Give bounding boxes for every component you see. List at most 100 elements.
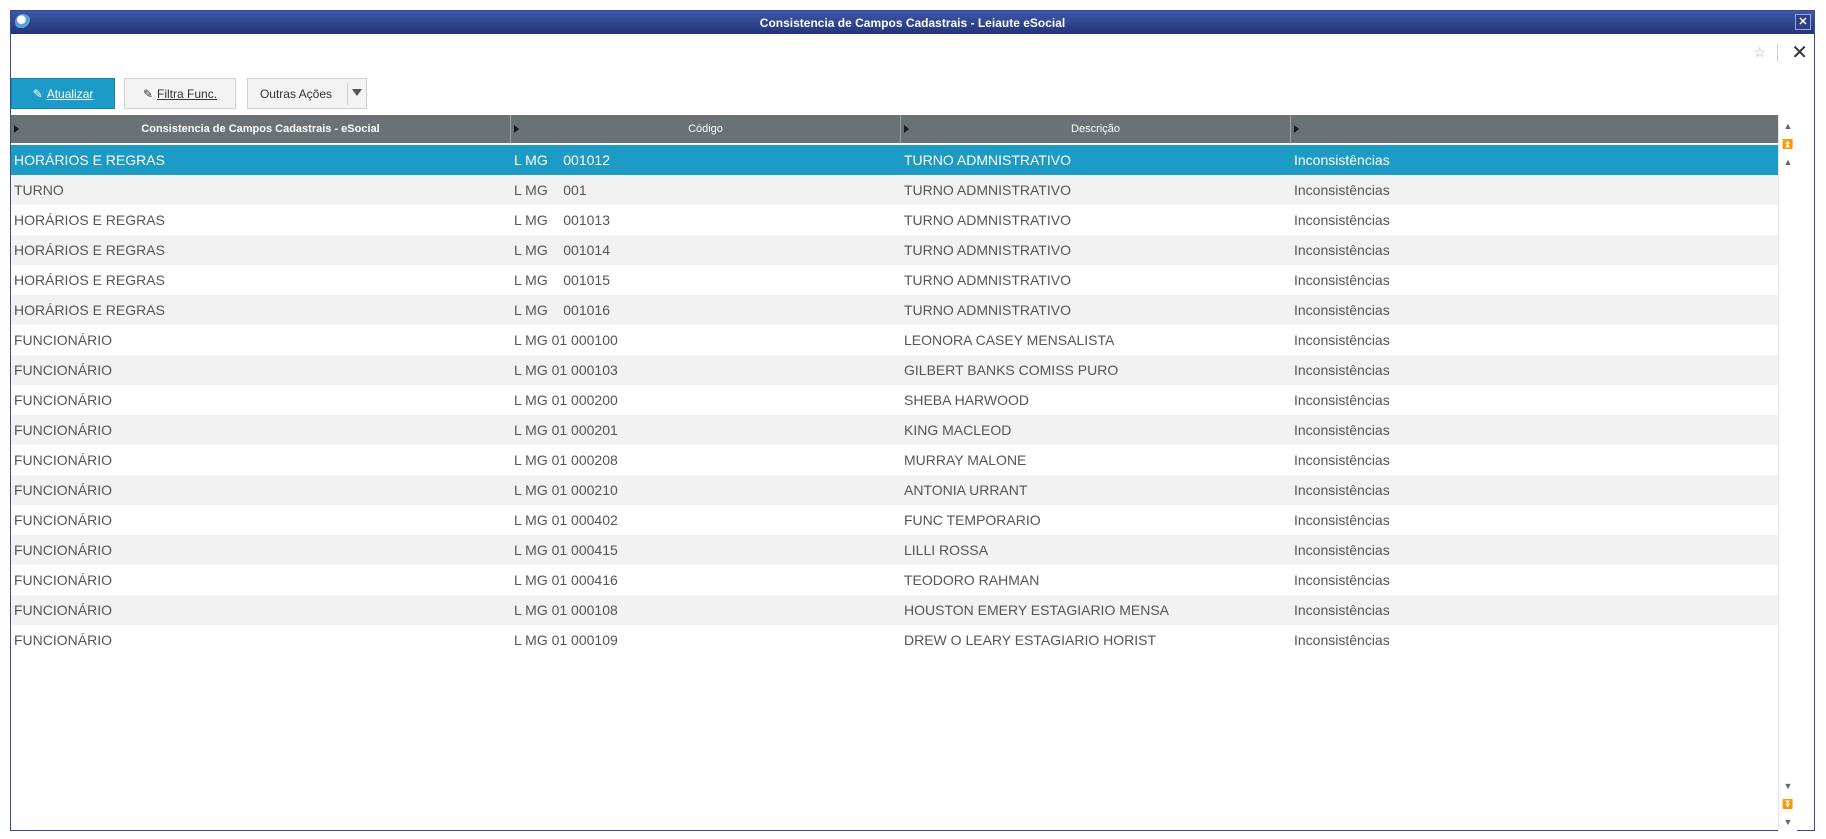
table-row[interactable]: FUNCIONÁRIO L MG 01 000210 ANTONIA URRANT I… bbox=[11, 475, 1797, 505]
cell-status: Inconsistências bbox=[1294, 212, 1390, 228]
column-header-status[interactable] bbox=[1291, 115, 1779, 143]
cell-descricao: MURRAY MALONE bbox=[904, 452, 1027, 468]
cell-tipo: HORÁRIOS E REGRAS bbox=[14, 242, 165, 258]
star-icon[interactable]: ☆ bbox=[1753, 44, 1766, 61]
cell-codigo: L MG 01 000201 bbox=[514, 422, 618, 438]
cell-codigo: L MG 001016 bbox=[514, 302, 610, 318]
table-row[interactable]: HORÁRIOS E REGRAS L MG 001013 TURNO ADMNIS… bbox=[11, 205, 1797, 235]
cell-status: Inconsistências bbox=[1294, 272, 1390, 288]
cell-descricao: ANTONIA URRANT bbox=[904, 482, 1028, 498]
table-row[interactable]: FUNCIONÁRIO L MG 01 000200 SHEBA HARWOOD In… bbox=[11, 385, 1797, 415]
cell-descricao: FUNC TEMPORARIO bbox=[904, 512, 1041, 528]
table-row[interactable]: FUNCIONÁRIO L MG 01 000402 FUNC TEMPORARIO… bbox=[11, 505, 1797, 535]
cell-tipo: HORÁRIOS E REGRAS bbox=[14, 152, 165, 168]
cell-codigo: L MG 01 000100 bbox=[514, 332, 618, 348]
cell-descricao: TURNO ADMNISTRATIVO bbox=[904, 152, 1071, 168]
cell-codigo: L MG 001015 bbox=[514, 272, 610, 288]
toolbar: ✎ Atualizar ✎ Filtra Func. Outras Ações bbox=[11, 78, 411, 110]
cell-tipo: FUNCIONÁRIO bbox=[14, 542, 112, 558]
column-header-consistencia[interactable]: Consistencia de Campos Cadastrais - eSoc… bbox=[11, 115, 511, 143]
cell-descricao: LEONORA CASEY MENSALISTA bbox=[904, 332, 1115, 348]
table-row[interactable]: FUNCIONÁRIO L MG 01 000108 HOUSTON EMERY E… bbox=[11, 595, 1797, 625]
column-header-label: Descrição bbox=[1071, 123, 1120, 135]
divider bbox=[1777, 44, 1778, 62]
cell-descricao: TURNO ADMNISTRATIVO bbox=[904, 212, 1071, 228]
cell-tipo: FUNCIONÁRIO bbox=[14, 452, 112, 468]
table-row[interactable]: HORÁRIOS E REGRAS L MG 001014 TURNO ADMNIS… bbox=[11, 235, 1797, 265]
top-actions: ☆ ✕ bbox=[1734, 34, 1814, 72]
scroll-page-down-icon[interactable]: ⏬ bbox=[1781, 797, 1795, 811]
scroll-bottom-icon[interactable]: ▼ bbox=[1781, 815, 1795, 829]
cell-tipo: HORÁRIOS E REGRAS bbox=[14, 212, 165, 228]
cell-descricao: GILBERT BANKS COMISS PURO bbox=[904, 362, 1119, 378]
cell-tipo: HORÁRIOS E REGRAS bbox=[14, 302, 165, 318]
cell-codigo: L MG 001 bbox=[514, 182, 587, 198]
scroll-down-icon[interactable]: ▼ bbox=[1781, 779, 1795, 793]
cell-status: Inconsistências bbox=[1294, 482, 1390, 498]
table-row[interactable]: FUNCIONÁRIO L MG 01 000416 TEODORO RAHMAN I… bbox=[11, 565, 1797, 595]
table-row[interactable]: TURNO L MG 001 TURNO ADMNISTRATIVO Inconsis… bbox=[11, 175, 1797, 205]
filtra-func-label: Filtra Func. bbox=[157, 86, 218, 101]
divider bbox=[347, 83, 348, 105]
column-header-codigo[interactable]: Código bbox=[511, 115, 901, 143]
table-row[interactable]: FUNCIONÁRIO L MG 01 000201 KING MACLEOD Inc… bbox=[11, 415, 1797, 445]
cell-descricao: TURNO ADMNISTRATIVO bbox=[904, 242, 1071, 258]
chevron-down-icon[interactable] bbox=[352, 89, 362, 96]
table-row[interactable]: FUNCIONÁRIO L MG 01 000208 MURRAY MALONE In… bbox=[11, 445, 1797, 475]
table-row[interactable]: HORÁRIOS E REGRAS L MG 001015 TURNO ADMNIS… bbox=[11, 265, 1797, 295]
cell-codigo: L MG 01 000416 bbox=[514, 572, 618, 588]
cell-status: Inconsistências bbox=[1294, 422, 1390, 438]
title-bar: Consistencia de Campos Cadastrais - Leia… bbox=[11, 11, 1814, 34]
cell-status: Inconsistências bbox=[1294, 182, 1390, 198]
cell-descricao: SHEBA HARWOOD bbox=[904, 392, 1029, 408]
table-row[interactable]: FUNCIONÁRIO L MG 01 000415 LILLI ROSSA Inco… bbox=[11, 535, 1797, 565]
cell-status: Inconsistências bbox=[1294, 632, 1390, 648]
cell-descricao: TURNO ADMNISTRATIVO bbox=[904, 272, 1071, 288]
app-window: Consistencia de Campos Cadastrais - Leia… bbox=[10, 10, 1815, 831]
cell-tipo: FUNCIONÁRIO bbox=[14, 392, 112, 408]
scroll-up-icon[interactable]: ▲ bbox=[1781, 155, 1795, 169]
atualizar-button[interactable]: ✎ Atualizar bbox=[11, 78, 115, 109]
window-title: Consistencia de Campos Cadastrais - Leia… bbox=[759, 16, 1066, 30]
table-row[interactable]: HORÁRIOS E REGRAS L MG 001016 TURNO ADMNIS… bbox=[11, 295, 1797, 325]
expand-arrow-icon bbox=[514, 125, 519, 133]
cell-descricao: TURNO ADMNISTRATIVO bbox=[904, 302, 1071, 318]
cell-tipo: TURNO bbox=[14, 182, 64, 198]
table-row[interactable]: FUNCIONÁRIO L MG 01 000109 DREW O LEARY ES… bbox=[11, 625, 1797, 655]
cell-tipo: FUNCIONÁRIO bbox=[14, 362, 112, 378]
grid-rows: HORÁRIOS E REGRAS L MG 001012 TURNO ADMNIS… bbox=[11, 145, 1797, 655]
outras-acoes-label: Outras Ações bbox=[259, 86, 333, 101]
cell-codigo: L MG 01 000103 bbox=[514, 362, 618, 378]
table-row[interactable]: FUNCIONÁRIO L MG 01 000100 LEONORA CASEY M… bbox=[11, 325, 1797, 355]
column-header-descricao[interactable]: Descrição bbox=[901, 115, 1291, 143]
close-icon[interactable]: ✕ bbox=[1791, 40, 1808, 65]
cell-codigo: L MG 01 000109 bbox=[514, 632, 618, 648]
cell-status: Inconsistências bbox=[1294, 362, 1390, 378]
expand-arrow-icon bbox=[904, 125, 909, 133]
vertical-scrollbar[interactable]: ▲ ⏫ ▲ ▼ ⏬ ▼ bbox=[1778, 115, 1797, 831]
cell-codigo: L MG 01 000208 bbox=[514, 452, 618, 468]
scroll-top-icon[interactable]: ▲ bbox=[1781, 119, 1795, 133]
cell-codigo: L MG 001013 bbox=[514, 212, 610, 228]
window-close-button[interactable]: ✕ bbox=[1795, 14, 1811, 30]
pencil-icon: ✎ bbox=[32, 86, 43, 101]
cell-codigo: L MG 001012 bbox=[514, 152, 610, 168]
cell-codigo: L MG 01 000402 bbox=[514, 512, 618, 528]
expand-arrow-icon bbox=[14, 125, 19, 133]
pencil-icon: ✎ bbox=[142, 86, 154, 101]
cell-tipo: FUNCIONÁRIO bbox=[14, 632, 112, 648]
cell-tipo: FUNCIONÁRIO bbox=[14, 572, 112, 588]
table-row[interactable]: FUNCIONÁRIO L MG 01 000103 GILBERT BANKS C… bbox=[11, 355, 1797, 385]
cell-descricao: TEODORO RAHMAN bbox=[904, 572, 1040, 588]
cell-descricao: LILLI ROSSA bbox=[904, 542, 989, 558]
filtra-func-button[interactable]: ✎ Filtra Func. bbox=[124, 78, 236, 109]
cell-status: Inconsistências bbox=[1294, 452, 1390, 468]
table-row[interactable]: HORÁRIOS E REGRAS L MG 001012 TURNO ADMNIS… bbox=[11, 145, 1797, 175]
cell-codigo: L MG 01 000108 bbox=[514, 602, 618, 618]
cell-codigo: L MG 01 000210 bbox=[514, 482, 618, 498]
outras-acoes-button[interactable]: Outras Ações bbox=[247, 78, 367, 109]
scroll-page-up-icon[interactable]: ⏫ bbox=[1781, 137, 1795, 151]
cell-status: Inconsistências bbox=[1294, 392, 1390, 408]
cell-codigo: L MG 01 000415 bbox=[514, 542, 618, 558]
cell-status: Inconsistências bbox=[1294, 332, 1390, 348]
